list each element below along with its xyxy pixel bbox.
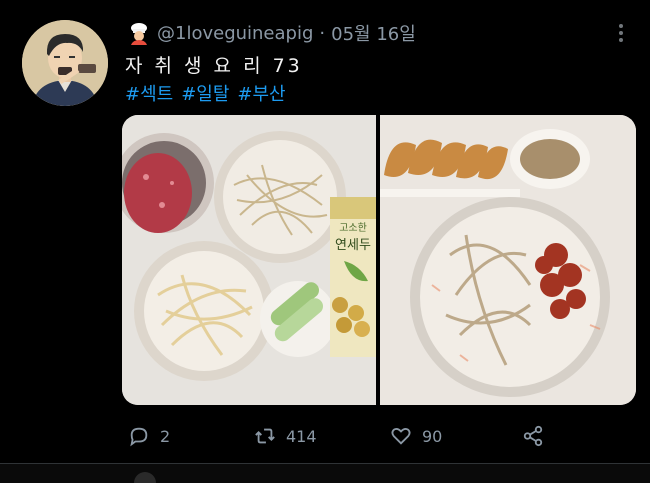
hashtag-link[interactable]: #부산 — [237, 80, 285, 106]
separator-dot: · — [319, 22, 326, 44]
next-tweet-preview — [0, 464, 650, 483]
share-icon — [523, 425, 543, 447]
reply-icon — [130, 427, 148, 447]
ingredients-illustration: 고소한 연세두 — [122, 115, 376, 405]
tweet-header: @1loveguineapig · 05월 16일 — [127, 20, 416, 46]
tweet[interactable]: @1loveguineapig · 05월 16일 자 취 생 요 리 73 #… — [0, 0, 650, 462]
reply-button[interactable]: 2 — [128, 422, 170, 450]
retweet-count: 414 — [286, 426, 317, 446]
reply-count: 2 — [160, 426, 171, 446]
retweet-icon — [255, 428, 275, 444]
plated-noodles-photo[interactable] — [380, 115, 636, 405]
package-text-top: 고소한 — [339, 222, 367, 234]
chef-emoji-icon — [131, 23, 147, 45]
package-text-main: 연세두 — [335, 238, 371, 253]
retweet-button[interactable]: 414 — [254, 422, 317, 450]
like-button[interactable]: 90 — [390, 422, 442, 450]
tweet-actions: 2 414 90 — [128, 422, 568, 450]
tweet-media[interactable]: 고소한 연세두 — [122, 115, 636, 405]
plated-noodles-illustration — [380, 115, 636, 405]
user-handle[interactable]: @1loveguineapig — [157, 23, 313, 44]
share-button[interactable] — [522, 422, 544, 450]
more-options-icon[interactable] — [612, 22, 630, 44]
hashtag-link[interactable]: #섹트 — [125, 80, 173, 106]
cartoon-man-avatar-icon — [22, 20, 108, 106]
like-count: 90 — [422, 426, 443, 446]
ingredients-photo[interactable]: 고소한 연세두 — [122, 115, 376, 405]
tweet-text: 자 취 생 요 리 73 — [125, 55, 303, 77]
hashtags: #섹트 #일탈 #부산 — [125, 80, 286, 106]
tweet-date[interactable]: 05월 16일 — [331, 20, 416, 46]
avatar[interactable] — [22, 20, 108, 106]
hashtag-link[interactable]: #일탈 — [181, 80, 229, 106]
heart-icon — [391, 428, 411, 445]
